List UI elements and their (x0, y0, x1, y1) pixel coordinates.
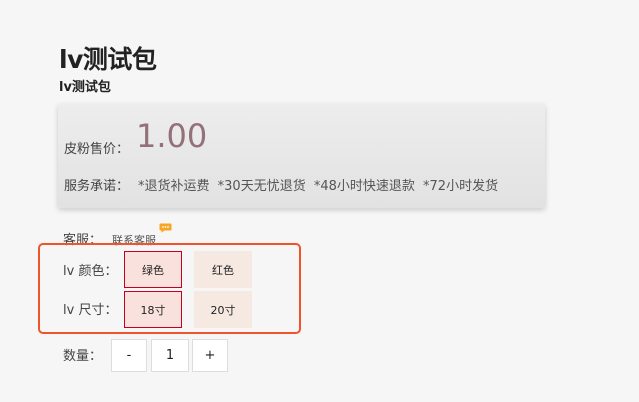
price-panel: 皮粉售价： 1.00 服务承诺： *退货补运费 *30天无忧退货 *48小时快速… (58, 104, 545, 208)
product-title: lv测试包 (59, 45, 157, 74)
service-item: *30天无忧退货 (217, 179, 306, 194)
color-option-red[interactable]: 红色 (194, 251, 252, 288)
quantity-increase-button[interactable]: + (192, 339, 228, 372)
service-item: *48小时快速退款 (313, 179, 415, 194)
color-option-green[interactable]: 绿色 (124, 251, 182, 288)
price-label: 皮粉售价： (64, 142, 130, 157)
size-option-18[interactable]: 18寸 (124, 291, 182, 328)
service-item: *退货补运费 (138, 179, 210, 194)
quantity-decrease-button[interactable]: - (111, 339, 147, 372)
price-value: 1.00 (136, 117, 208, 155)
service-items: *退货补运费 *30天无忧退货 *48小时快速退款 *72小时发货 (138, 175, 502, 194)
product-subtitle: lv测试包 (59, 80, 111, 95)
quantity-input[interactable]: 1 (151, 339, 189, 372)
chat-bubble-icon[interactable] (159, 223, 172, 233)
quantity-label: 数量： (63, 349, 103, 364)
size-attribute-label: lv 尺寸： (63, 303, 118, 318)
service-label: 服务承诺： (64, 179, 130, 194)
service-item: *72小时发货 (423, 179, 499, 194)
color-attribute-label: lv 颜色： (63, 264, 118, 279)
size-option-20[interactable]: 20寸 (194, 291, 252, 328)
